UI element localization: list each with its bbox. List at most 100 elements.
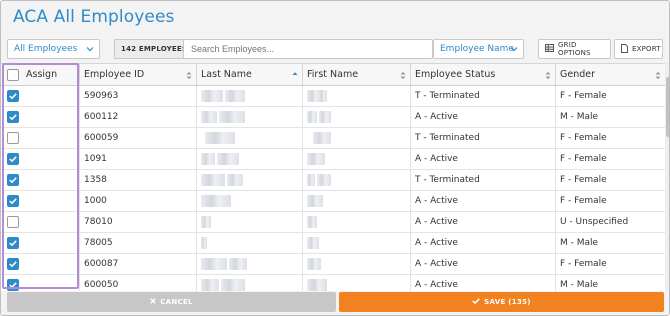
gender-cell: M - Male: [560, 280, 599, 290]
header-gender-label: Gender: [560, 69, 596, 80]
employee-id-cell: 600050: [80, 275, 197, 291]
redacted-first-name: [307, 174, 315, 186]
redacted-last-name: [225, 90, 245, 102]
assign-checkbox[interactable]: [7, 132, 19, 144]
assign-cell: [1, 254, 80, 274]
redacted-first-name: [307, 111, 317, 123]
redacted-last-name: [201, 195, 231, 207]
check-icon: [9, 240, 17, 246]
employee-grid: Assign Employee ID Last Name First Name …: [1, 63, 665, 291]
redacted-last-name: [219, 111, 245, 123]
select-all-checkbox[interactable]: [7, 68, 19, 81]
table-row[interactable]: 1091 A - Active F - Female: [1, 149, 665, 170]
save-button[interactable]: SAVE (135): [339, 292, 664, 312]
check-icon: [9, 93, 17, 99]
employee-id-cell: 1000: [80, 191, 197, 211]
redacted-last-name: [221, 279, 245, 291]
table-row[interactable]: 1000 A - Active F - Female: [1, 191, 665, 212]
employee-id-cell: 600087: [80, 254, 197, 274]
check-icon: [472, 298, 480, 306]
redacted-last-name: [201, 90, 223, 102]
table-row[interactable]: 590963 T - Terminated F - Female: [1, 86, 665, 107]
redacted-last-name: [227, 174, 243, 186]
aca-employees-panel: ACA All Employees All Employees 142 EMPL…: [0, 0, 670, 316]
grid-header-row: Assign Employee ID Last Name First Name …: [1, 64, 665, 86]
last-name-cell: [197, 233, 303, 253]
header-employee-status-label: Employee Status: [415, 69, 496, 80]
vertical-scrollbar[interactable]: [665, 63, 669, 291]
employee-id-cell: 600059: [80, 128, 197, 148]
header-gender[interactable]: Gender: [556, 64, 665, 85]
redacted-first-name: [307, 153, 325, 165]
scrollbar-thumb[interactable]: [666, 77, 669, 137]
assign-checkbox[interactable]: [7, 279, 19, 291]
employee-status-cell: A - Active: [411, 149, 556, 169]
gender-cell: F - Female: [560, 196, 607, 206]
table-row[interactable]: 78005 A - Active M - Male: [1, 233, 665, 254]
employee-status-cell: A - Active: [411, 191, 556, 211]
gender-cell: U - Unspecified: [560, 217, 629, 227]
check-icon: [9, 282, 17, 288]
check-icon: [9, 198, 17, 204]
assign-cell: [1, 107, 80, 127]
grid-options-button[interactable]: GRID OPTIONS: [538, 39, 611, 59]
redacted-first-name: [307, 216, 317, 228]
redacted-first-name: [307, 258, 321, 270]
check-icon: [9, 177, 17, 183]
search-input[interactable]: [183, 39, 433, 59]
assign-cell: [1, 275, 80, 291]
table-row[interactable]: 78010 A - Active U - Unspecified: [1, 212, 665, 233]
assign-checkbox[interactable]: [7, 174, 19, 186]
header-employee-status[interactable]: Employee Status: [411, 64, 556, 85]
redacted-last-name: [205, 132, 235, 144]
search-field-select[interactable]: Employee Name: [433, 39, 524, 59]
assign-checkbox[interactable]: [7, 195, 19, 207]
assign-checkbox[interactable]: [7, 111, 19, 123]
header-first-name-label: First Name: [307, 69, 359, 80]
redacted-first-name: [307, 195, 323, 207]
assign-checkbox[interactable]: [7, 90, 19, 102]
table-row[interactable]: 600087 A - Active F - Female: [1, 254, 665, 275]
export-button[interactable]: EXPORT: [614, 39, 663, 59]
last-name-cell: [197, 212, 303, 232]
file-icon: [621, 43, 628, 55]
header-employee-id-label: Employee ID: [84, 69, 145, 80]
assign-cell: [1, 128, 80, 148]
redacted-first-name: [319, 90, 327, 102]
gender-cell: F - Female: [560, 175, 607, 185]
table-row[interactable]: 1358 T - Terminated F - Female: [1, 170, 665, 191]
assign-cell: [1, 86, 80, 106]
chevron-down-icon: [510, 45, 518, 53]
check-icon: [9, 156, 17, 162]
redacted-last-name: [201, 111, 217, 123]
redacted-first-name: [307, 279, 327, 291]
employee-filter-select[interactable]: All Employees: [7, 39, 100, 59]
employee-id-cell: 78005: [80, 233, 197, 253]
check-icon: [9, 114, 17, 120]
sort-ascending-icon: [292, 71, 298, 80]
sort-icon: [545, 71, 551, 80]
first-name-cell: [303, 233, 411, 253]
employee-status-cell: A - Active: [411, 254, 556, 274]
assign-cell: [1, 212, 80, 232]
header-first-name[interactable]: First Name: [303, 64, 411, 85]
redacted-last-name: [201, 153, 215, 165]
assign-cell: [1, 191, 80, 211]
footer-actions: CANCEL SAVE (135): [1, 291, 669, 315]
assign-checkbox[interactable]: [7, 258, 19, 270]
sort-icon: [655, 71, 661, 80]
redacted-last-name: [217, 153, 239, 165]
header-employee-id[interactable]: Employee ID: [80, 64, 197, 85]
assign-checkbox[interactable]: [7, 216, 19, 228]
table-row[interactable]: 600050 A - Active M - Male: [1, 275, 665, 291]
assign-checkbox[interactable]: [7, 153, 19, 165]
table-row[interactable]: 600112 A - Active M - Male: [1, 107, 665, 128]
redacted-first-name: [313, 132, 331, 144]
gender-cell: F - Female: [560, 154, 607, 164]
assign-checkbox[interactable]: [7, 237, 19, 249]
table-row[interactable]: 600059 T - Terminated F - Female: [1, 128, 665, 149]
header-last-name[interactable]: Last Name: [197, 64, 303, 85]
cancel-button[interactable]: CANCEL: [7, 292, 336, 312]
first-name-cell: [303, 212, 411, 232]
header-last-name-label: Last Name: [201, 69, 252, 80]
